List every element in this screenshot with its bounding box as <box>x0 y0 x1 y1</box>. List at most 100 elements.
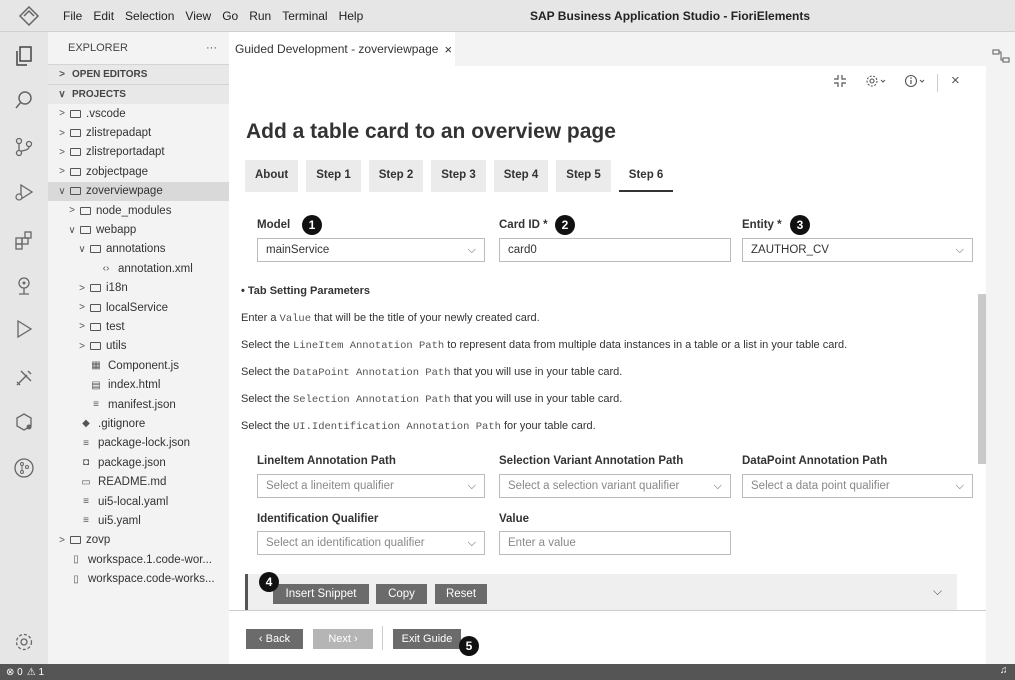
tree-item-label: annotations <box>106 243 166 256</box>
tree-item-label: package-lock.json <box>98 437 191 450</box>
folder-icon <box>70 167 81 176</box>
tab-about[interactable]: About <box>245 160 299 192</box>
lineitem-placeholder: Select a lineitem qualifier <box>266 480 394 492</box>
tree-file[interactable]: ≡ ui5.yaml <box>48 511 229 530</box>
reset-button[interactable]: Reset <box>435 584 487 604</box>
tab-step-1[interactable]: Step 1 <box>306 160 361 192</box>
folder-icon <box>70 187 81 196</box>
menu-go[interactable]: Go <box>222 9 238 23</box>
card-id-label: Card ID * <box>499 219 548 231</box>
tree-folder[interactable]: > localService <box>48 298 229 317</box>
model-select[interactable]: mainService ⌵ <box>257 238 485 262</box>
chevron-right-icon: > <box>59 108 65 120</box>
search-icon[interactable] <box>12 88 36 112</box>
flow-icon[interactable] <box>992 48 1010 67</box>
tree-folder[interactable]: ∨ webapp <box>48 220 229 239</box>
tree-file[interactable]: ≡ ui5-local.yaml <box>48 492 229 511</box>
tree-folder[interactable]: > .vscode <box>48 104 229 123</box>
tab-step-2[interactable]: Step 2 <box>368 160 424 192</box>
chevron-down-icon: ⌵ <box>467 243 476 256</box>
tree-folder[interactable]: ∨ zoverviewpage <box>48 181 229 201</box>
menu-file[interactable]: File <box>63 9 82 23</box>
explorer-icon[interactable] <box>12 44 36 68</box>
datapoint-select[interactable]: Select a data point qualifier ⌵ <box>742 474 973 498</box>
next-button[interactable]: Next › <box>313 629 373 649</box>
value-input[interactable]: Enter a value <box>499 531 731 555</box>
settings-gear-icon[interactable] <box>865 74 887 91</box>
tree-folder[interactable]: > i18n <box>48 279 229 298</box>
info-icon[interactable] <box>904 74 926 91</box>
value-placeholder: Enter a value <box>508 537 576 549</box>
tree-folder[interactable]: > test <box>48 317 229 336</box>
identification-select[interactable]: Select an identification qualifier ⌵ <box>257 531 485 555</box>
map-pin-icon[interactable] <box>12 274 36 298</box>
more-actions-icon[interactable]: ··· <box>206 42 217 54</box>
lineitem-select[interactable]: Select a lineitem qualifier ⌵ <box>257 474 485 498</box>
tree-file[interactable]: ▯ workspace.1.code-wor... <box>48 550 229 569</box>
tab-guided-development[interactable]: Guided Development - zoverviewpage × <box>229 32 455 66</box>
insert-snippet-button[interactable]: Insert Snippet <box>273 584 369 604</box>
chevron-right-icon: > <box>59 127 65 139</box>
back-button[interactable]: ‹ Back <box>246 629 303 649</box>
tree-folder[interactable]: > zovp <box>48 531 229 550</box>
projects-section[interactable]: ∨ PROJECTS <box>48 84 229 104</box>
card-id-field[interactable]: card0 <box>499 238 731 262</box>
instruction-line-3: Select the DataPoint Annotation Path tha… <box>241 366 623 379</box>
bell-icon[interactable]: ♫ <box>1000 665 1008 676</box>
debug-icon[interactable] <box>12 180 36 204</box>
tree-file[interactable]: ≡ package-lock.json <box>48 434 229 453</box>
tools-icon[interactable] <box>12 366 36 390</box>
tree-folder[interactable]: > node_modules <box>48 201 229 220</box>
tree-folder[interactable]: > utils <box>48 337 229 356</box>
storage-icon[interactable] <box>12 410 36 434</box>
tree-file[interactable]: ◘ package.json <box>48 453 229 472</box>
menu-view[interactable]: View <box>185 9 211 23</box>
title-bar: File Edit Selection View Go Run Terminal… <box>0 0 1015 32</box>
tree-item-label: manifest.json <box>108 398 176 411</box>
menu-terminal[interactable]: Terminal <box>282 9 327 23</box>
tree-folder[interactable]: > zlistreportadapt <box>48 143 229 162</box>
tree-file[interactable]: ▯ workspace.code-works... <box>48 569 229 588</box>
tab-step-3[interactable]: Step 3 <box>431 160 486 192</box>
card-id-value: card0 <box>508 244 537 256</box>
chevron-down-icon[interactable]: ⌵ <box>933 584 942 599</box>
tree-folder[interactable]: > zobjectpage <box>48 162 229 181</box>
scrollbar[interactable] <box>978 294 986 464</box>
tree-file[interactable]: ▤ index.html <box>48 375 229 394</box>
selection-select[interactable]: Select a selection variant qualifier ⌵ <box>499 474 731 498</box>
git-graph-icon[interactable] <box>12 456 36 480</box>
tree-file[interactable]: ◆ .gitignore <box>48 414 229 433</box>
tab-step-6[interactable]: Step 6 <box>618 160 674 192</box>
tree-file[interactable]: ▦ Component.js <box>48 356 229 375</box>
tree-file[interactable]: ‹› annotation.xml <box>48 259 229 278</box>
run-icon[interactable] <box>12 317 36 341</box>
menu-edit[interactable]: Edit <box>93 9 114 23</box>
tree-item-label: localService <box>106 301 168 314</box>
tab-step-4[interactable]: Step 4 <box>493 160 549 192</box>
tab-step-5[interactable]: Step 5 <box>556 160 611 192</box>
close-icon[interactable]: × <box>951 72 960 89</box>
source-control-icon[interactable] <box>12 135 36 159</box>
exit-guide-button[interactable]: Exit Guide <box>393 629 461 649</box>
entity-select[interactable]: ZAUTHOR_CV ⌵ <box>742 238 973 262</box>
warnings-count[interactable]: ⚠ 1 <box>27 667 44 678</box>
tree-folder[interactable]: > zlistrepadapt <box>48 123 229 142</box>
value-label: Value <box>499 513 530 525</box>
file-tree: > .vscode > zlistrepadapt > zlistreportadapt >… <box>48 104 229 589</box>
open-editors-section[interactable]: > OPEN EDITORS <box>48 64 229 84</box>
settings-gear-icon[interactable] <box>12 630 36 654</box>
errors-count[interactable]: ⊗ 0 <box>6 667 23 678</box>
collapse-all-icon[interactable] <box>833 74 847 91</box>
tree-file[interactable]: ▭ README.md <box>48 472 229 491</box>
divider <box>229 610 986 611</box>
extensions-icon[interactable] <box>12 228 36 252</box>
menu-run[interactable]: Run <box>249 9 271 23</box>
tree-folder[interactable]: ∨ annotations <box>48 240 229 259</box>
tree-item-label: .gitignore <box>98 417 146 430</box>
menu-help[interactable]: Help <box>339 9 364 23</box>
close-icon[interactable]: × <box>444 42 452 57</box>
copy-button[interactable]: Copy <box>376 584 427 604</box>
tree-item-label: test <box>106 320 125 333</box>
tree-file[interactable]: ≡ manifest.json <box>48 395 229 414</box>
menu-selection[interactable]: Selection <box>125 9 174 23</box>
